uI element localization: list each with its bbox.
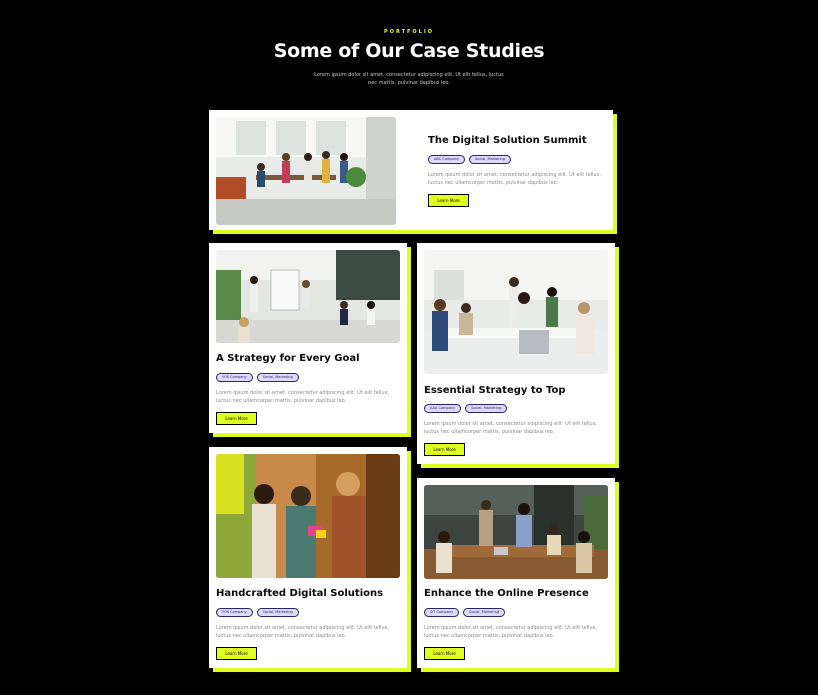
case-study-tags-5: SIT Company Social, Marketing [424,608,506,617]
learn-more-button-1[interactable]: Learn More [428,194,469,207]
case-study-tags-2: YOS Company Social, Marketing [216,373,299,382]
case-study-tags-1: ABC Company Social, Marketing [428,155,511,164]
case-study-description-4: Lorem ipsum dolor sit amet, consectetur … [216,625,389,639]
case-study-title-3: Essential Strategy to Top [424,385,566,396]
tag-company[interactable]: SIT Company [424,608,460,617]
case-study-tags-3: AAA Company Social, Marketing [424,404,508,413]
case-study-title-5: Enhance the Online Presence [424,588,589,599]
learn-more-button-5[interactable]: Learn More [424,647,465,660]
case-study-card-2[interactable]: A Strategy for Every Goal YOS Company So… [209,243,407,433]
case-study-image-3[interactable] [424,250,608,374]
tag-company[interactable]: YOS Company [216,608,253,617]
learn-more-button-3[interactable]: Learn More [424,443,465,456]
case-study-card-1[interactable]: The Digital Solution Summit ABC Company … [209,110,613,230]
case-study-image-4[interactable] [216,454,400,578]
case-study-image-1[interactable] [216,117,396,225]
section-eyebrow: PORTFOLIO [384,29,434,35]
learn-more-button-4[interactable]: Learn More [216,647,257,660]
case-study-description-3: Lorem ipsum dolor sit amet, consectetur … [424,421,597,435]
tag-company[interactable]: ABC Company [428,155,465,164]
case-study-card-3[interactable]: Essential Strategy to Top AAA Company So… [417,243,615,464]
case-study-card-4[interactable]: Handcrafted Digital Solutions YOS Compan… [209,447,407,668]
case-study-title-2: A Strategy for Every Goal [216,353,360,364]
case-study-description-1: Lorem ipsum dolor sit amet, consectetur … [428,172,601,186]
tag-category[interactable]: Social, Marketing [256,373,299,382]
case-study-image-5[interactable] [424,485,608,579]
tag-category[interactable]: Social, Marketing [256,608,299,617]
case-study-title-4: Handcrafted Digital Solutions [216,588,384,599]
tag-category[interactable]: Social, Marketing [463,608,506,617]
section-title: Some of Our Case Studies [273,40,545,62]
tag-category[interactable]: Social, Marketing [465,404,508,413]
tag-company[interactable]: YOS Company [216,373,253,382]
learn-more-button-2[interactable]: Learn More [216,412,257,425]
case-study-title-1: The Digital Solution Summit [428,135,587,146]
tag-category[interactable]: Social, Marketing [468,155,511,164]
case-study-description-2: Lorem ipsum dolor sit amet, consectetur … [216,390,389,404]
case-study-image-2[interactable] [216,250,400,343]
case-study-card-5[interactable]: Enhance the Online Presence SIT Company … [417,478,615,668]
section-subtitle: Lorem ipsum dolor sit amet, consectetur … [314,72,504,86]
case-study-tags-4: YOS Company Social, Marketing [216,608,299,617]
tag-company[interactable]: AAA Company [424,404,462,413]
case-study-description-5: Lorem ipsum dolor sit amet, consectetur … [424,625,597,639]
